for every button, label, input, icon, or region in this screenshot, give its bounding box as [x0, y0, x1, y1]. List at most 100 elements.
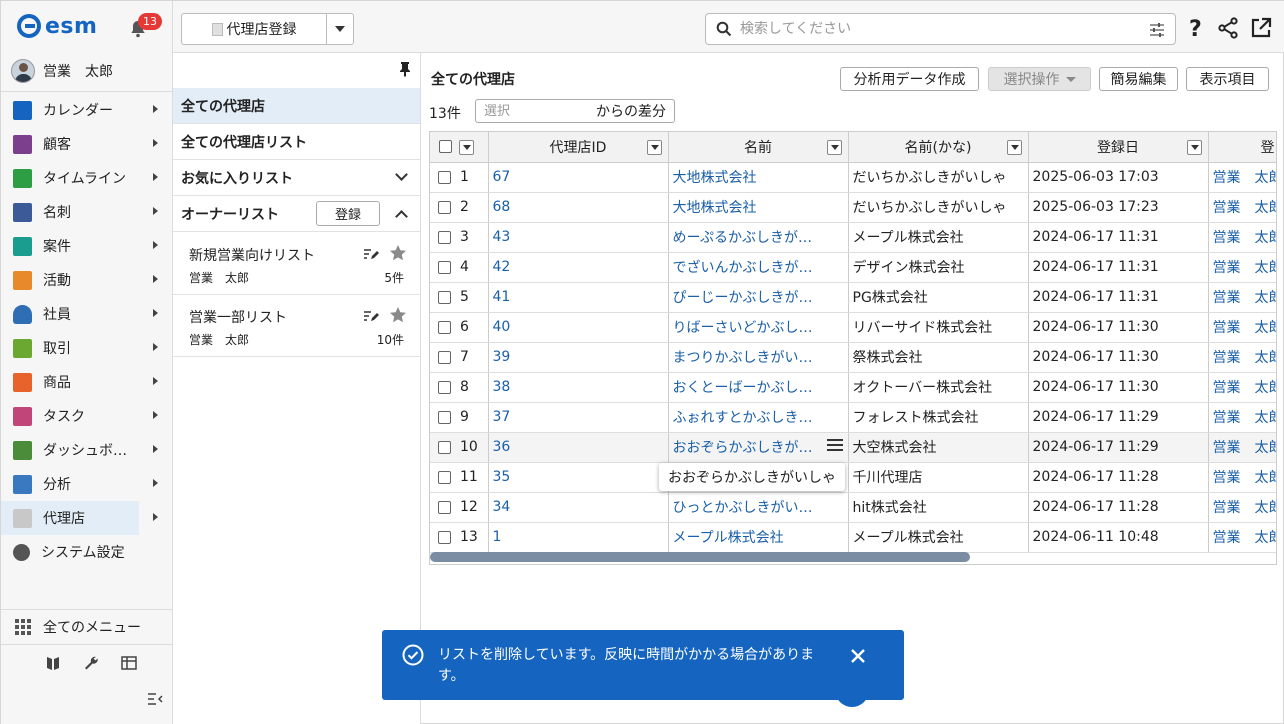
registrant-link[interactable]: 営業 太郎 [1213, 200, 1277, 216]
registrant-link[interactable]: 営業 太郎 [1213, 230, 1277, 246]
sidebar-item[interactable]: カレンダー [1, 93, 172, 127]
agency-id-link[interactable]: 67 [493, 169, 511, 185]
registrant-cell[interactable]: 営業 太郎 [1208, 192, 1277, 223]
agency-id-cell[interactable]: 35 [488, 462, 669, 493]
agency-id-link[interactable]: 39 [493, 349, 511, 365]
table-row[interactable]: 9 37 ふぉれすとかぶしき… フォレスト株式会社 2024-06-17 11:29 営業… [430, 402, 1277, 433]
name-cell[interactable]: ひっとかぶしきがい… [668, 492, 849, 523]
agency-name-link[interactable]: おおぞらかぶしきが… [673, 440, 813, 456]
column-menu-button[interactable] [826, 140, 842, 155]
registrant-cell[interactable]: 営業 太郎 [1208, 282, 1276, 313]
sidebar-item[interactable]: 活動 [1, 263, 172, 297]
row-checkbox[interactable] [438, 290, 451, 304]
agency-id-link[interactable]: 42 [493, 259, 511, 275]
name-cell[interactable]: ぴーじーかぶしきが… [668, 282, 849, 313]
agency-id-cell[interactable]: 41 [488, 282, 669, 313]
list-owner-lists[interactable]: オーナーリスト 登録 [173, 196, 420, 232]
manual-icon[interactable] [45, 655, 61, 671]
registrant-link[interactable]: 営業 太郎 [1213, 410, 1277, 426]
row-checkbox[interactable] [438, 350, 451, 364]
agency-name-link[interactable]: まつりかぶしきがい… [673, 350, 813, 366]
row-checkbox[interactable] [438, 200, 451, 214]
name-cell[interactable]: おおぞらかぶしきが… [668, 432, 849, 463]
column-menu-button[interactable] [1186, 140, 1202, 155]
column-header-kana[interactable]: 名前(かな) [848, 132, 1029, 163]
registrant-cell[interactable]: 営業 太郎 [1208, 162, 1276, 193]
table-row[interactable]: 6 40 りばーさいどかぶし… リバーサイド株式会社 2024-06-17 11:30 営… [430, 312, 1276, 343]
registrant-cell[interactable]: 営業 太郎 [1208, 432, 1277, 463]
sidebar-item[interactable]: システム設定 [1, 535, 172, 569]
sidebar-item[interactable]: 代理店 [1, 501, 158, 535]
agency-id-cell[interactable]: 67 [488, 162, 669, 193]
owner-list-item[interactable]: 新規営業向けリスト 営業 太郎 5件 [173, 233, 420, 295]
register-dropdown-button[interactable] [327, 14, 353, 44]
registrant-link[interactable]: 営業 太郎 [1213, 530, 1277, 546]
name-cell[interactable]: おくとーばーかぶし… [668, 372, 849, 403]
row-checkbox[interactable] [438, 170, 451, 184]
registrant-cell[interactable]: 営業 太郎 [1208, 222, 1277, 253]
collapse-sidebar-icon[interactable] [147, 691, 163, 707]
agency-name-link[interactable]: おくとーばーかぶし… [673, 380, 813, 396]
agency-id-cell[interactable]: 38 [488, 372, 669, 403]
row-menu-icon[interactable] [827, 439, 843, 451]
agency-name-link[interactable]: ひっとかぶしきがい… [673, 500, 813, 516]
wrench-icon[interactable] [83, 655, 99, 671]
table-row[interactable]: 13 1 メープル株式会社 メープル株式会社 2024-06-11 10:48 営業 太郎 [430, 522, 1277, 553]
name-cell[interactable]: でざいんかぶしきが… [668, 252, 849, 283]
agency-id-link[interactable]: 37 [493, 409, 511, 425]
sidebar-item[interactable]: ダッシュボ… [1, 433, 172, 467]
registrant-cell[interactable]: 営業 太郎 [1208, 492, 1276, 523]
close-icon[interactable] [850, 648, 866, 664]
table-icon[interactable] [121, 655, 137, 671]
list-favorites[interactable]: お気に入りリスト [173, 160, 420, 196]
agency-id-cell[interactable]: 43 [488, 222, 669, 253]
row-checkbox[interactable] [438, 530, 451, 544]
agency-id-cell[interactable]: 42 [488, 252, 669, 283]
row-checkbox[interactable] [438, 230, 451, 244]
registrant-link[interactable]: 営業 太郎 [1213, 440, 1277, 456]
name-cell[interactable]: ふぉれすとかぶしき… [668, 402, 849, 433]
name-cell[interactable]: 大地株式会社 [668, 192, 849, 223]
registrant-link[interactable]: 営業 太郎 [1213, 350, 1277, 366]
user-profile[interactable]: 営業 太郎 [11, 59, 113, 83]
horizontal-scrollbar[interactable] [430, 552, 970, 562]
register-agency-button[interactable]: 代理店登録 [182, 14, 327, 44]
row-checkbox[interactable] [438, 380, 451, 394]
registrant-link[interactable]: 営業 太郎 [1213, 470, 1277, 486]
edit-list-icon[interactable] [363, 309, 379, 323]
row-checkbox[interactable] [438, 440, 451, 454]
sidebar-item[interactable]: 案件 [1, 229, 172, 263]
table-row[interactable]: 10 36 おおぞらかぶしきが… 大空株式会社 2024-06-17 11:29 営業 太… [430, 432, 1277, 463]
registrant-link[interactable]: 営業 太郎 [1213, 380, 1277, 396]
registrant-cell[interactable]: 営業 太郎 [1208, 522, 1277, 553]
edit-list-icon[interactable] [363, 247, 379, 261]
create-analysis-data-button[interactable]: 分析用データ作成 [840, 67, 979, 91]
quick-edit-button[interactable]: 簡易編集 [1099, 67, 1178, 91]
registrant-cell[interactable]: 営業 太郎 [1208, 462, 1277, 493]
select-all-checkbox[interactable] [439, 140, 452, 153]
select-menu-dropdown[interactable] [458, 140, 474, 155]
column-header-registrant[interactable]: 登 [1208, 132, 1276, 163]
agency-id-cell[interactable]: 39 [488, 342, 669, 373]
column-header-name[interactable]: 名前 [668, 132, 849, 163]
agency-id-cell[interactable]: 40 [488, 312, 669, 343]
registrant-cell[interactable]: 営業 太郎 [1208, 342, 1277, 373]
sidebar-item[interactable]: タスク [1, 399, 172, 433]
column-header-agency-id[interactable]: 代理店ID [488, 132, 669, 163]
sidebar-item[interactable]: 分析 [1, 467, 172, 501]
table-row[interactable]: 2 68 大地株式会社 だいちかぶしきがいしゃ 2025-06-03 17:23 営業 太… [430, 192, 1277, 223]
filter-settings-icon[interactable] [1149, 22, 1165, 38]
all-menu-button[interactable]: 全てのメニュー [1, 609, 172, 645]
row-checkbox[interactable] [438, 410, 451, 424]
name-cell[interactable]: りばーさいどかぶし… [668, 312, 849, 343]
table-row[interactable]: 11 35 千川代理店 2024-06-17 11:28 営業 太郎 [430, 462, 1277, 493]
sidebar-item[interactable]: 名刺 [1, 195, 172, 229]
agency-id-link[interactable]: 43 [493, 229, 511, 245]
owner-list-item[interactable]: 営業一部リスト 営業 太郎 10件 [173, 295, 420, 357]
list-all-agencies[interactable]: 全ての代理店 [173, 88, 420, 124]
diff-select-input[interactable] [484, 103, 596, 119]
name-cell[interactable]: メープル株式会社 [668, 522, 849, 553]
share-icon[interactable] [1217, 17, 1239, 39]
agency-id-link[interactable]: 35 [493, 469, 511, 485]
agency-id-link[interactable]: 34 [493, 499, 511, 515]
